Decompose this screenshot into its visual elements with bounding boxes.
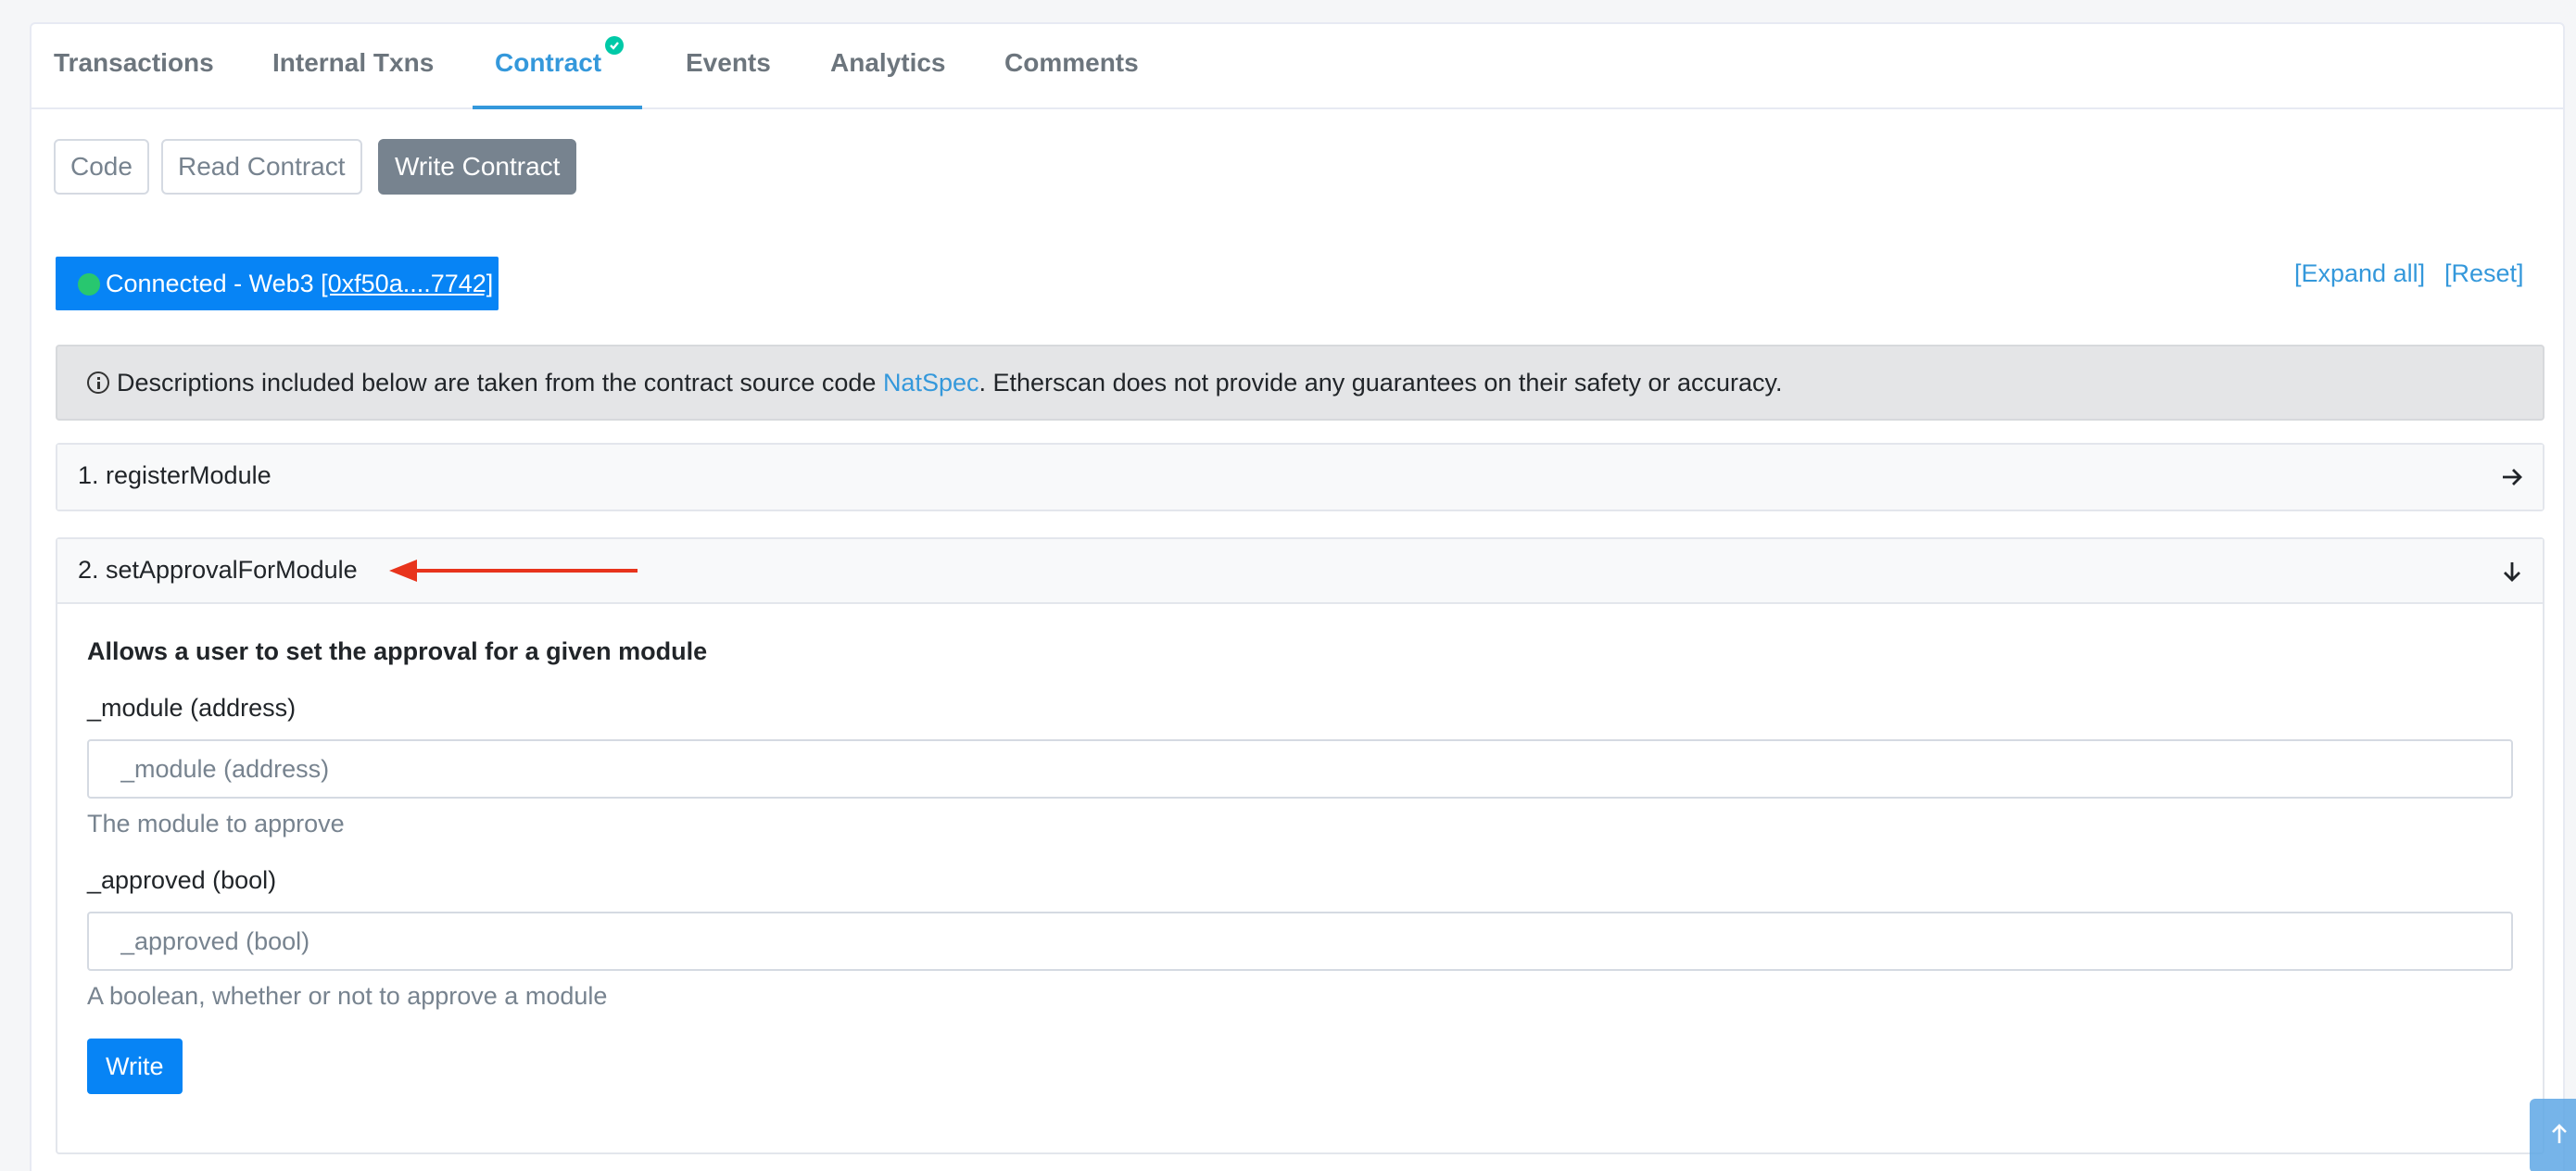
function-set-approval-body: Allows a user to set the approval for a … <box>57 637 2543 1094</box>
connected-web3-button[interactable]: Connected - Web3 [0xf50a....7742] <box>56 257 499 310</box>
verified-check-icon <box>605 36 625 55</box>
module-param-help: The module to approve <box>87 810 345 837</box>
write-contract-button[interactable]: Write Contract <box>378 139 577 195</box>
tab-comments[interactable]: Comments <box>982 24 1161 109</box>
annotation-arrow-icon <box>389 560 638 582</box>
function-set-approval-for-module: 2. setApprovalForModule Allows a user to… <box>56 537 2544 1154</box>
function-title: 1. registerModule <box>78 461 271 489</box>
tab-contract-label: Contract <box>495 48 602 77</box>
tab-bar: Transactions Internal Txns Contract Even… <box>32 24 2563 109</box>
code-button[interactable]: Code <box>54 139 149 195</box>
connected-status-dot-icon <box>78 273 100 296</box>
arrow-down-icon <box>2504 562 2520 582</box>
tab-events[interactable]: Events <box>663 24 793 109</box>
approved-param-help: A boolean, whether or not to approve a m… <box>87 982 608 1010</box>
function-register-module-header[interactable]: 1. registerModule <box>57 445 2543 510</box>
info-circle-icon <box>87 371 109 394</box>
module-param-label: _module (address) <box>87 694 297 722</box>
scroll-to-top-button[interactable] <box>2530 1099 2576 1171</box>
module-address-input[interactable] <box>87 739 2513 799</box>
function-register-module: 1. registerModule <box>56 443 2544 511</box>
approved-param-label: _approved (bool) <box>87 866 277 894</box>
function-title: 2. setApprovalForModule <box>78 556 358 584</box>
reset-link[interactable]: [Reset] <box>2444 259 2524 288</box>
arrow-right-icon <box>2503 469 2522 485</box>
tab-internal-txns[interactable]: Internal Txns <box>250 24 456 109</box>
natspec-link[interactable]: NatSpec <box>883 369 979 397</box>
expand-all-link[interactable]: [Expand all] <box>2294 259 2425 288</box>
arrow-up-icon <box>2552 1124 2567 1143</box>
tab-transactions[interactable]: Transactions <box>32 24 236 109</box>
wallet-address-link[interactable]: [0xf50a....7742] <box>321 270 493 297</box>
tab-analytics[interactable]: Analytics <box>808 24 968 109</box>
write-button[interactable]: Write <box>87 1039 183 1094</box>
approved-bool-input[interactable] <box>87 912 2513 971</box>
banner-text-before: Descriptions included below are taken fr… <box>117 369 883 397</box>
connection-status: Connected - Web3 <box>106 270 322 297</box>
banner-text-after: . Etherscan does not provide any guarant… <box>979 369 1783 397</box>
function-description: Allows a user to set the approval for a … <box>87 637 708 665</box>
contract-card: Transactions Internal Txns Contract Even… <box>30 22 2565 1171</box>
read-contract-button[interactable]: Read Contract <box>161 139 362 195</box>
tab-contract[interactable]: Contract <box>473 24 643 109</box>
natspec-info-banner: Descriptions included below are taken fr… <box>56 345 2544 421</box>
